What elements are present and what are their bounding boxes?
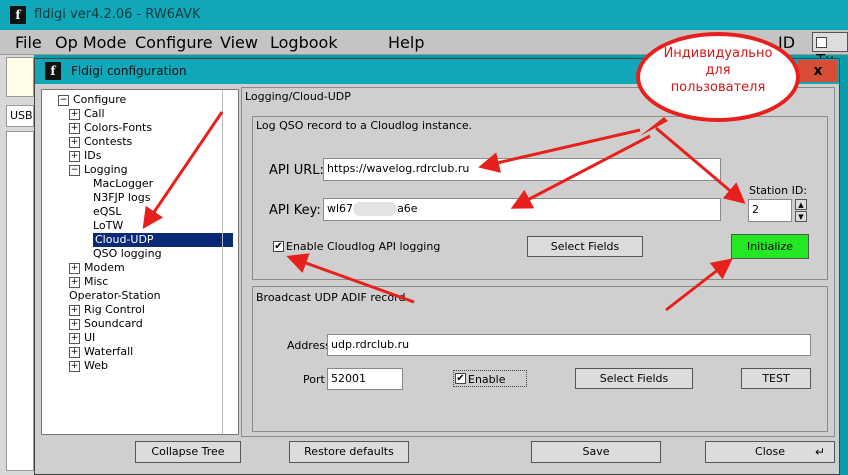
callout-line-2: для (705, 63, 730, 78)
annotation-overlay: Индивидуально для пользователя (142, 32, 800, 312)
callout-line-3: пользователя (671, 80, 766, 95)
arrow-to-cloud-udp (142, 111, 224, 229)
arrow-to-api-url (478, 128, 641, 173)
arrow-to-initialize (665, 258, 733, 312)
arrow-to-api-key (510, 134, 651, 209)
callout-line-1: Индивидуально (664, 46, 773, 61)
arrow-to-enable-cloudlog (286, 253, 415, 304)
arrow-to-station-id (655, 126, 746, 204)
callout-bubble: Индивидуально для пользователя (636, 32, 800, 136)
